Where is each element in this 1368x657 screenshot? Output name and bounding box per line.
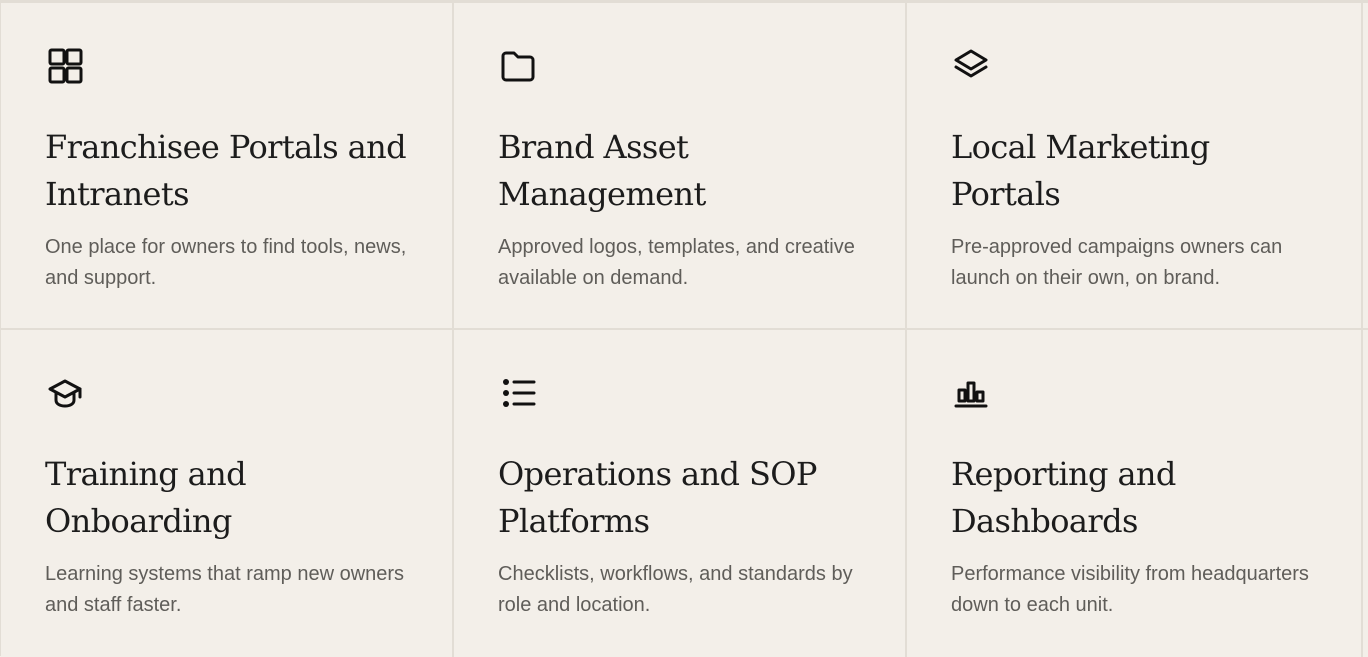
features-row: Franchisee Portals and Intranets One pla… (1, 3, 1368, 330)
feature-title: Franchisee Portals and Intranets (45, 128, 407, 213)
graduation-cap-icon (45, 373, 85, 413)
feature-description: Performance visibility from headquarters… (951, 563, 1309, 616)
list-icon (498, 373, 538, 413)
feature-card-brand-asset-management: Brand Asset Management Approved logos, t… (454, 3, 907, 328)
feature-title: Brand Asset Management (498, 128, 706, 213)
features-grid: Franchisee Portals and Intranets One pla… (0, 0, 1368, 657)
feature-card-local-marketing-portals: Local Marketing Portals Pre-approved cam… (907, 3, 1363, 328)
feature-description: Learning systems that ramp new owners an… (45, 563, 405, 616)
feature-description: Checklists, workflows, and standards by … (498, 563, 853, 616)
feature-card-operations-sop: Operations and SOP Platforms Checklists,… (454, 330, 907, 657)
feature-description: One place for owners to find tools, news… (45, 236, 407, 289)
bar-chart-icon (951, 373, 991, 413)
feature-description: Pre-approved campaigns owners can launch… (951, 236, 1283, 289)
feature-title: Training and Onboarding (45, 455, 247, 540)
grid-icon (45, 46, 85, 86)
folder-icon (498, 46, 538, 86)
feature-title: Reporting and Dashboards (951, 455, 1176, 540)
features-row: Training and Onboarding Learning systems… (1, 330, 1368, 657)
feature-description: Approved logos, templates, and creative … (498, 236, 855, 289)
feature-title: Operations and SOP Platforms (498, 455, 817, 540)
feature-card-franchisee-portals: Franchisee Portals and Intranets One pla… (1, 3, 454, 328)
feature-card-reporting-dashboards: Reporting and Dashboards Performance vis… (907, 330, 1363, 657)
feature-title: Local Marketing Portals (951, 128, 1210, 213)
feature-card-training-onboarding: Training and Onboarding Learning systems… (1, 330, 454, 657)
layers-icon (951, 46, 991, 86)
